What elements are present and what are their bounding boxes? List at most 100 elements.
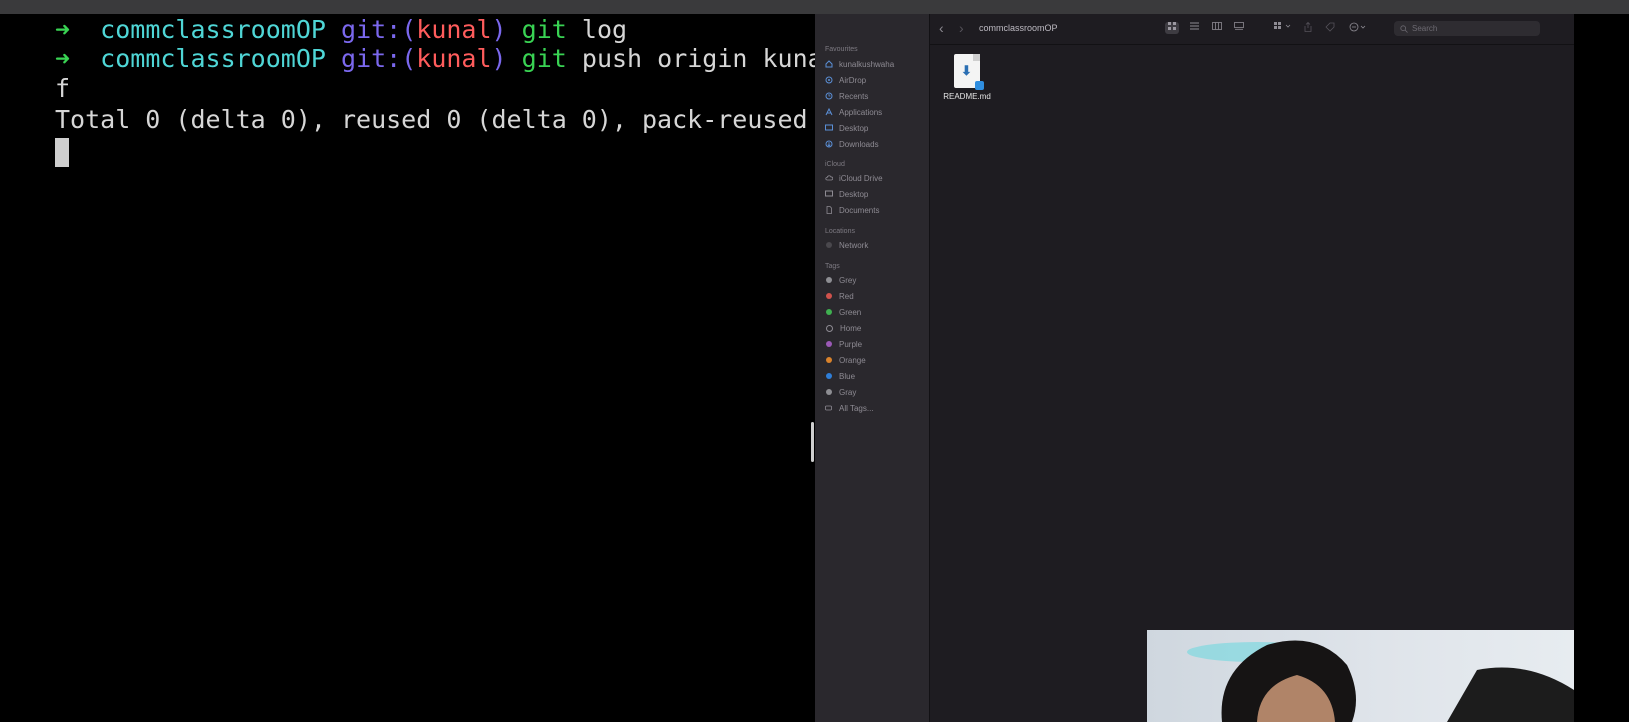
column-view-button[interactable] [1210,22,1224,34]
tag-item-red[interactable]: Red [825,290,854,302]
tag-dot [826,357,832,363]
document-icon [825,206,833,214]
presenter-video [1187,640,1574,722]
sidebar-item-label: iCloud Drive [839,173,883,183]
tag-item-all-tags[interactable]: All Tags... [825,402,874,414]
tag-dot [826,277,832,283]
sidebar-item-label: Downloads [839,139,879,149]
command-name: git [521,44,567,73]
sidebar-item-network[interactable]: Network [825,239,868,251]
terminal-wrap-line: f [55,74,71,103]
more-actions-button[interactable] [1347,22,1369,34]
vscode-badge-icon [975,81,984,90]
sidebar-item-label: Desktop [839,123,869,133]
command-args: log [581,15,628,44]
finder-sidebar: Favourites kunalkushwaha AirDrop Recents… [815,14,930,722]
window-title: commclassroomOP [979,23,1058,33]
icon-view-button[interactable] [1165,22,1179,34]
tag-item-purple[interactable]: Purple [825,338,862,350]
section-icloud: iCloud [825,161,845,168]
tag-item-gray[interactable]: Gray [825,386,856,398]
window-top-bar [0,0,1629,14]
desktop-icon [825,124,833,132]
tag-dot [826,324,833,332]
finder-window: Favourites kunalkushwaha AirDrop Recents… [815,14,1574,722]
tag-dot [826,373,832,379]
sidebar-item-recents[interactable]: Recents [825,90,868,102]
tag-dot [826,309,832,315]
cloud-icon [825,174,833,182]
split-divider-handle[interactable] [811,422,814,462]
tags-icon [825,404,833,412]
terminal-output: Total 0 (delta 0), reused 0 (delta 0), p… [55,105,838,134]
git-prefix: git:( [341,44,417,73]
search-icon [1400,24,1408,33]
download-icon [825,140,833,148]
file-item-readme[interactable]: ⬇ README.md [942,54,992,101]
sidebar-item-airdrop[interactable]: AirDrop [825,74,866,86]
section-tags: Tags [825,263,840,270]
prompt-arrow: ➜ [55,44,71,73]
download-arrow-icon: ⬇ [961,63,972,78]
tag-label: Gray [839,387,857,397]
sidebar-item-label: Recents [839,91,869,101]
tag-icon[interactable] [1323,22,1337,34]
tag-item-home[interactable]: Home [825,322,861,334]
sidebar-item-home[interactable]: kunalkushwaha [825,58,894,70]
tag-label: Blue [839,371,856,381]
sidebar-item-label: Desktop [839,189,869,199]
markdown-file-icon: ⬇ [954,54,984,90]
tag-item-grey[interactable]: Grey [825,274,856,286]
finder-toolbar: ‹ › commclassroomOP Search [929,14,1574,45]
clock-icon [825,92,833,100]
prompt-directory: commclassroomOP [100,15,326,44]
command-name: git [521,15,567,44]
terminal-pane[interactable]: ➜ commclassroomOP git:(kunal) git log ➜ … [0,14,868,722]
sidebar-item-desktop[interactable]: Desktop [825,122,868,134]
sidebar-item-label: AirDrop [839,75,867,85]
home-icon [825,60,833,68]
git-prefix: git:( [341,15,417,44]
prompt-arrow: ➜ [55,15,71,44]
back-button[interactable]: ‹ [939,20,944,36]
network-icon [825,241,833,249]
gallery-view-button[interactable] [1232,22,1246,34]
tag-label: Grey [839,275,857,285]
share-icon[interactable] [1301,21,1315,34]
tag-label: Purple [839,339,863,349]
forward-button[interactable]: › [959,20,964,36]
sidebar-item-documents[interactable]: Documents [825,204,879,216]
git-branch: kunal [416,15,492,44]
group-by-button[interactable] [1272,22,1294,34]
sidebar-item-icloud-drive[interactable]: iCloud Drive [825,172,883,184]
search-field[interactable]: Search [1394,21,1540,36]
sidebar-item-label: kunalkushwaha [839,59,895,69]
tag-label: Home [840,323,862,333]
file-name: README.md [943,92,991,101]
git-suffix: ) [491,44,507,73]
tag-dot [826,389,832,395]
sidebar-item-applications[interactable]: Applications [825,106,882,118]
sidebar-item-icloud-desktop[interactable]: Desktop [825,188,868,200]
section-locations: Locations [825,228,855,235]
sidebar-item-downloads[interactable]: Downloads [825,138,879,150]
sidebar-item-label: Applications [839,107,883,117]
terminal-line-1: ➜ commclassroomOP git:(kunal) git log [55,15,627,45]
tag-dot [826,293,832,299]
tag-item-blue[interactable]: Blue [825,370,855,382]
tag-item-orange[interactable]: Orange [825,354,866,366]
search-placeholder: Search [1412,24,1438,33]
list-view-button[interactable] [1187,22,1201,34]
terminal-cursor [55,138,69,167]
desktop-icon [825,190,833,198]
prompt-directory: commclassroomOP [100,44,326,73]
airdrop-icon [825,76,833,84]
tag-item-green[interactable]: Green [825,306,861,318]
tag-label: Orange [839,355,866,365]
tag-label: Green [839,307,862,317]
sidebar-item-label: Documents [839,205,880,215]
section-favourites: Favourites [825,46,858,53]
tag-dot [826,341,832,347]
git-branch: kunal [416,44,492,73]
tag-label: All Tags... [839,403,874,413]
